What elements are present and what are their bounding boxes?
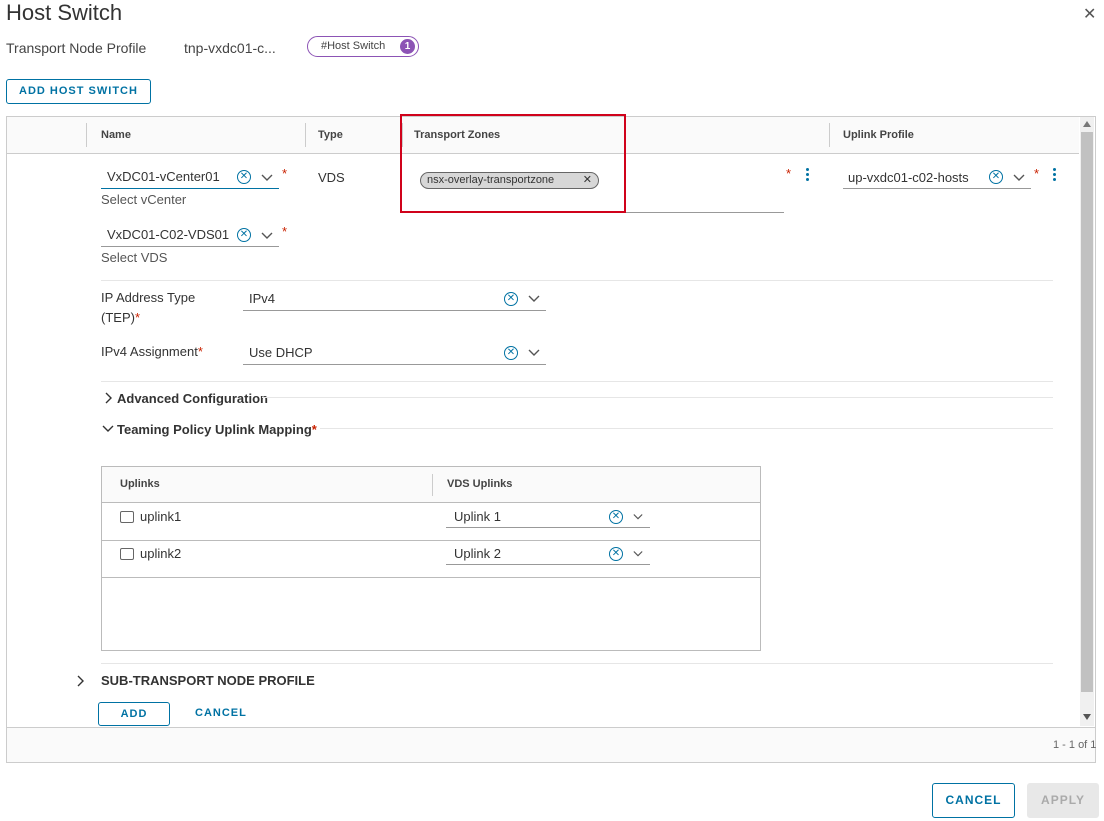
host-switch-tag[interactable]: #Host Switch 1: [307, 36, 419, 57]
advanced-configuration-toggle[interactable]: Advanced Configuration: [117, 391, 268, 406]
column-header-name[interactable]: Name: [101, 129, 131, 141]
ip-address-type-underline: [243, 310, 546, 311]
column-header-uplinks: Uplinks: [120, 478, 160, 490]
transport-node-profile-value: tnp-vxdc01-c...: [184, 40, 276, 56]
vds-uplink-select-value[interactable]: Uplink 1: [454, 509, 501, 524]
transport-zone-highlight-box: [400, 114, 626, 213]
column-separator: [432, 474, 433, 496]
ip-address-type-label-tep: (TEP)*: [101, 310, 141, 325]
section-divider: [101, 663, 1053, 664]
column-separator: [305, 123, 306, 147]
column-header-type[interactable]: Type: [318, 129, 343, 141]
ipv4-assignment-chevron-down-icon[interactable]: [528, 347, 540, 359]
vcenter-required-marker: *: [282, 166, 288, 181]
vds-uplink-select-value[interactable]: Uplink 2: [454, 546, 501, 561]
uplink-name: uplink1: [140, 509, 182, 524]
cancel-button[interactable]: CANCEL: [932, 783, 1015, 818]
vds-select-value[interactable]: VxDC01-C02-VDS01: [107, 227, 229, 242]
add-button[interactable]: ADD: [98, 702, 170, 726]
ipv4-assignment-clear-icon[interactable]: ✕: [504, 346, 518, 360]
vds-uplink-underline: [446, 564, 650, 565]
uplink-name: uplink2: [140, 546, 182, 561]
vcenter-chevron-down-icon[interactable]: [261, 172, 273, 184]
close-icon[interactable]: ✕: [1083, 4, 1096, 24]
vds-chevron-down-icon[interactable]: [261, 230, 273, 242]
vcenter-select-underline: [101, 188, 279, 189]
grid-scrollbar-thumb[interactable]: [1081, 132, 1093, 692]
column-header-uplink-profile[interactable]: Uplink Profile: [843, 129, 914, 141]
uplink-profile-value[interactable]: up-vxdc01-c02-hosts: [848, 170, 969, 185]
vds-uplink-chevron-down-icon[interactable]: [633, 512, 643, 522]
apply-button[interactable]: APPLY: [1027, 783, 1099, 818]
uplink-profile-required-marker: *: [1034, 166, 1040, 181]
section-divider: [101, 280, 1053, 281]
host-switch-tag-count: 1: [400, 39, 415, 54]
cancel-row-button[interactable]: CANCEL: [195, 707, 247, 719]
uplink-profile-underline: [843, 188, 1031, 189]
uplink-profile-chevron-down-icon[interactable]: [1013, 172, 1025, 184]
column-header-vds-uplinks: VDS Uplinks: [447, 478, 513, 490]
vcenter-select-value[interactable]: VxDC01-vCenter01: [107, 169, 220, 184]
transport-node-profile-label: Transport Node Profile: [6, 40, 147, 56]
host-switch-grid: [6, 116, 1096, 763]
pagination-text: 1 - 1 of 1: [1053, 739, 1097, 751]
section-divider: [101, 381, 1053, 382]
column-separator: [829, 123, 830, 147]
vcenter-clear-icon[interactable]: ✕: [237, 170, 251, 184]
uplink-mapping-header: [102, 467, 760, 503]
dialog-title: Host Switch: [6, 0, 123, 25]
scroll-up-icon[interactable]: [1083, 121, 1091, 127]
section-divider: [320, 428, 1053, 429]
uplink-profile-more-icon[interactable]: [1053, 166, 1056, 183]
add-host-switch-button[interactable]: ADD HOST SWITCH: [6, 79, 151, 104]
vds-uplink-underline: [446, 527, 650, 528]
vds-uplink-clear-icon[interactable]: ✕: [609, 510, 623, 524]
transport-zone-required-marker: *: [786, 166, 792, 181]
table-row-divider: [102, 577, 760, 578]
ipv4-assignment-underline: [243, 364, 546, 365]
vds-required-marker: *: [282, 224, 288, 239]
chevron-right-icon[interactable]: [102, 392, 114, 404]
ip-address-type-label: IP Address Type: [101, 290, 196, 305]
vds-uplink-chevron-down-icon[interactable]: [633, 549, 643, 559]
chevron-down-icon[interactable]: [102, 423, 114, 435]
ip-address-type-clear-icon[interactable]: ✕: [504, 292, 518, 306]
section-divider: [262, 397, 1053, 398]
ethernet-port-icon: [120, 548, 134, 560]
ip-address-type-chevron-down-icon[interactable]: [528, 293, 540, 305]
ip-address-type-value[interactable]: IPv4: [249, 291, 275, 306]
vds-help-text: Select VDS: [101, 250, 168, 265]
host-switch-tag-label: #Host Switch: [321, 40, 386, 52]
vcenter-help-text: Select vCenter: [101, 192, 187, 207]
teaming-policy-toggle[interactable]: Teaming Policy Uplink Mapping*: [117, 422, 317, 437]
ipv4-assignment-value[interactable]: Use DHCP: [249, 345, 313, 360]
vds-uplink-clear-icon[interactable]: ✕: [609, 547, 623, 561]
type-value: VDS: [318, 170, 345, 185]
transport-zone-more-icon[interactable]: [806, 166, 809, 183]
uplink-profile-clear-icon[interactable]: ✕: [989, 170, 1003, 184]
column-separator: [86, 123, 87, 147]
vds-clear-icon[interactable]: ✕: [237, 228, 251, 242]
ethernet-port-icon: [120, 511, 134, 523]
table-row-divider: [102, 540, 760, 541]
vds-select-underline: [101, 246, 279, 247]
grid-footer: [7, 727, 1095, 762]
scroll-down-icon[interactable]: [1083, 714, 1091, 720]
sub-transport-node-profile-toggle[interactable]: SUB-TRANSPORT NODE PROFILE: [101, 673, 315, 688]
chevron-right-icon[interactable]: [74, 675, 86, 687]
ipv4-assignment-label: IPv4 Assignment*: [101, 344, 203, 359]
